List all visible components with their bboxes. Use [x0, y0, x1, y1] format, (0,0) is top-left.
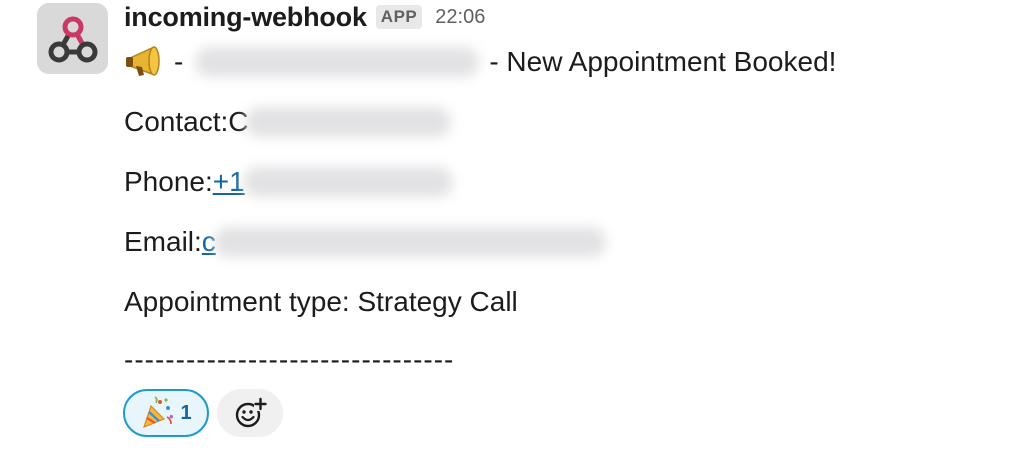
email-label: Email:: [124, 226, 202, 257]
redacted-phone: [242, 167, 453, 197]
app-badge: APP: [375, 5, 423, 29]
sender-name[interactable]: incoming-webhook: [124, 2, 367, 33]
webhook-icon: [48, 16, 97, 62]
add-emoji-icon: [235, 397, 267, 428]
reaction-count: 1: [180, 401, 192, 424]
email-line: Email: c: [124, 224, 606, 260]
appointment-line: Appointment type: Strategy Call: [124, 284, 518, 320]
appointment-type: Appointment type: Strategy Call: [124, 286, 518, 317]
megaphone-icon: [126, 46, 160, 76]
timestamp[interactable]: 22:06: [435, 6, 485, 29]
message-header: incoming-webhook APP 22:06: [124, 0, 485, 34]
phone-label: Phone:: [124, 166, 213, 197]
divider-line: --------------------------------: [124, 342, 454, 378]
contact-label: Contact:: [124, 106, 229, 137]
party-popper-icon: [143, 396, 174, 429]
phone-line: Phone: +1: [124, 164, 453, 200]
divider-text: --------------------------------: [124, 344, 455, 375]
headline-text: - New Appointment Booked!: [489, 46, 837, 77]
phone-link[interactable]: +1: [213, 164, 245, 200]
reactions-bar: 1: [123, 389, 283, 437]
redacted-name: [195, 47, 480, 77]
message: incoming-webhook APP 22:06 - - New Appoi…: [0, 0, 1022, 456]
redacted-email: [213, 227, 606, 257]
avatar[interactable]: [37, 3, 108, 74]
contact-line: Contact: C: [124, 104, 451, 140]
redacted-contact: [244, 107, 451, 137]
headline-prefix: -: [174, 46, 184, 77]
headline: - - New Appointment Booked!: [124, 44, 836, 80]
reaction-party[interactable]: 1: [123, 389, 209, 437]
add-reaction-button[interactable]: [217, 389, 283, 437]
